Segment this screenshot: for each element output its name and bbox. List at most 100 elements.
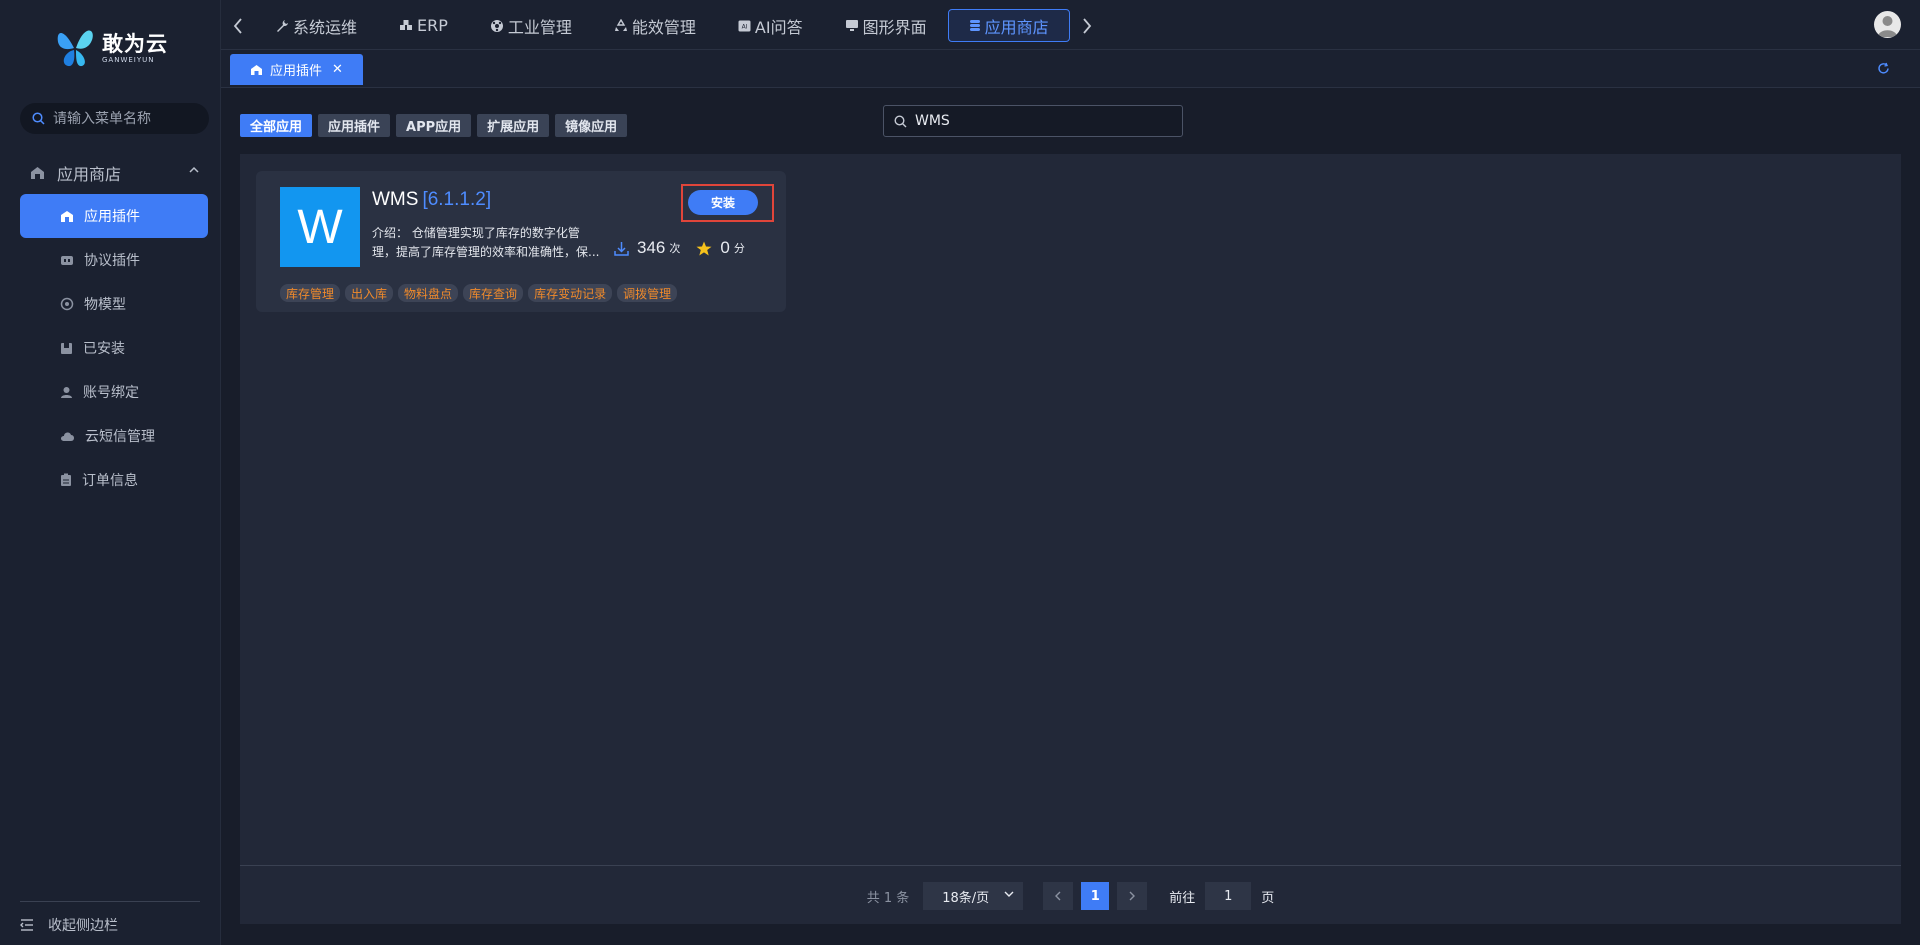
divider <box>240 865 1901 866</box>
installed-icon <box>61 342 72 354</box>
filter-extensions[interactable]: 扩展应用 <box>477 114 550 137</box>
sidebar-item-label: 应用插件 <box>84 209 140 225</box>
tag: 出入库 <box>345 284 394 302</box>
sidebar-item-protocol-plugins[interactable]: 协议插件 <box>20 238 208 282</box>
svg-text:AI: AI <box>741 23 747 30</box>
filter-app-plugins[interactable]: 应用插件 <box>318 114 391 137</box>
store-icon <box>31 167 44 179</box>
goto-page-input[interactable]: 1 <box>1205 882 1252 910</box>
total-count: 共 1 条 <box>866 890 910 906</box>
tag: 库存管理 <box>280 284 341 302</box>
sidebar-item-label: 订单信息 <box>82 473 138 489</box>
chevron-right-icon <box>1129 891 1136 901</box>
download-count: 346 <box>637 238 666 257</box>
nav-item-system-ops[interactable]: 系统运维 <box>255 9 378 42</box>
sidebar: 敢为云 GANWEIYUN 应用商店 应用插件 协议插件 物模型 已安装 账号绑… <box>0 0 221 945</box>
nav-item-app-store[interactable]: 应用商店 <box>947 9 1070 42</box>
refresh-icon <box>1878 62 1889 74</box>
nav-item-ai-qa[interactable]: AI AI问答 <box>717 9 824 42</box>
cloud-icon <box>61 432 74 441</box>
app-stats: 346 次 0 分 <box>614 238 745 258</box>
sidebar-item-label: 物模型 <box>84 297 126 313</box>
download-icon <box>614 241 629 256</box>
cubes-icon <box>400 20 413 30</box>
tab-bar: 应用插件 ✕ <box>221 50 1920 88</box>
tag: 库存查询 <box>463 284 524 302</box>
app-title: WMS [6.1.1.2] <box>372 189 491 211</box>
sidebar-item-cloud-sms[interactable]: 云短信管理 <box>20 414 208 458</box>
chevron-left-icon <box>1055 891 1061 901</box>
clipboard-icon <box>61 473 71 486</box>
app-description-line: 介绍： 仓储管理实现了库存的数字化管 <box>372 226 580 240</box>
page-number[interactable]: 1 <box>1081 882 1110 910</box>
nav-item-erp[interactable]: ERP <box>378 9 469 42</box>
pagination: 共 1 条 18条/页 1 前往 1 页 <box>240 881 1901 911</box>
install-highlight: 安装 <box>681 184 774 222</box>
page-unit: 页 <box>1261 890 1275 906</box>
filter-all-apps[interactable]: 全部应用 <box>240 114 313 137</box>
collapse-sidebar-label: 收起侧边栏 <box>48 918 118 934</box>
menu-group-app-store[interactable]: 应用商店 <box>20 160 210 186</box>
tag: 物料盘点 <box>398 284 459 302</box>
app-description-line: 理，提高了库存管理的效率和准确性，保... <box>372 245 600 259</box>
page-size-select[interactable]: 18条/页 <box>923 882 1024 910</box>
sidebar-item-label: 云短信管理 <box>85 429 155 445</box>
rating-value: 0 <box>720 238 730 257</box>
user-avatar[interactable] <box>1874 11 1901 38</box>
nav-item-industrial[interactable]: 工业管理 <box>469 9 593 42</box>
search-icon <box>894 114 907 127</box>
wrench-icon <box>277 20 288 32</box>
goto-label: 前往 <box>1169 890 1196 906</box>
category-filters: 全部应用 应用插件 APP应用 扩展应用 镜像应用 <box>240 114 628 137</box>
collapse-sidebar-button[interactable]: 收起侧边栏 <box>20 901 200 935</box>
nav-item-label: 工业管理 <box>507 17 572 37</box>
filter-app-apps[interactable]: APP应用 <box>396 114 472 137</box>
recycle-icon <box>614 19 627 31</box>
refresh-button[interactable] <box>1877 60 1890 79</box>
avatar-icon <box>1878 16 1897 37</box>
prev-page-button[interactable] <box>1043 882 1074 910</box>
menu-search-input[interactable] <box>53 110 193 127</box>
collapse-icon <box>20 919 33 931</box>
sidebar-item-thing-model[interactable]: 物模型 <box>20 282 208 326</box>
nav-item-label: 图形界面 <box>862 17 927 37</box>
nav-prev-button[interactable] <box>221 9 255 42</box>
sidebar-item-account-binding[interactable]: 账号绑定 <box>20 370 208 414</box>
app-search-input[interactable] <box>915 113 1155 129</box>
app-card[interactable]: W WMS [6.1.1.2] 介绍： 仓储管理实现了库存的数字化管 理，提高了库… <box>256 171 786 312</box>
database-icon <box>969 20 980 31</box>
app-icon: W <box>280 187 360 267</box>
nav-item-graphics[interactable]: 图形界面 <box>824 9 948 42</box>
plug-icon <box>61 255 73 265</box>
user-icon <box>61 386 72 398</box>
butterfly-logo-icon <box>54 26 96 70</box>
sidebar-item-label: 已安装 <box>83 341 125 357</box>
filter-images[interactable]: 镜像应用 <box>555 114 628 137</box>
install-button[interactable]: 安装 <box>688 190 758 215</box>
chevron-left-icon <box>233 17 242 34</box>
monitor-icon <box>845 20 858 31</box>
sidebar-item-app-plugins[interactable]: 应用插件 <box>20 194 208 238</box>
star-icon <box>696 241 712 255</box>
close-icon[interactable]: ✕ <box>332 62 343 77</box>
top-nav: 系统运维 ERP 工业管理 能效管理 AI AI问答 图形界面 应用商店 <box>221 9 1104 42</box>
brand-name-en: GANWEIYUN <box>102 55 155 64</box>
nav-item-energy[interactable]: 能效管理 <box>593 9 717 42</box>
search-icon <box>32 112 45 125</box>
app-list-panel: W WMS [6.1.1.2] 介绍： 仓储管理实现了库存的数字化管 理，提高了库… <box>240 154 1901 924</box>
industry-icon <box>490 19 503 32</box>
chevron-up-icon <box>189 166 199 173</box>
tab-label: 应用插件 <box>270 64 323 79</box>
sidebar-item-label: 协议插件 <box>84 253 140 269</box>
nav-item-label: AI问答 <box>754 17 803 37</box>
logo[interactable]: 敢为云 GANWEIYUN <box>54 24 174 72</box>
sidebar-item-orders[interactable]: 订单信息 <box>20 458 208 502</box>
menu-search <box>20 103 209 134</box>
nav-next-button[interactable] <box>1070 9 1104 42</box>
store-icon <box>61 210 73 222</box>
sidebar-item-installed[interactable]: 已安装 <box>20 326 208 370</box>
next-page-button[interactable] <box>1117 882 1148 910</box>
download-unit: 次 <box>669 242 681 255</box>
chevron-down-icon <box>1004 891 1014 897</box>
tab-app-plugins[interactable]: 应用插件 ✕ <box>230 54 363 85</box>
